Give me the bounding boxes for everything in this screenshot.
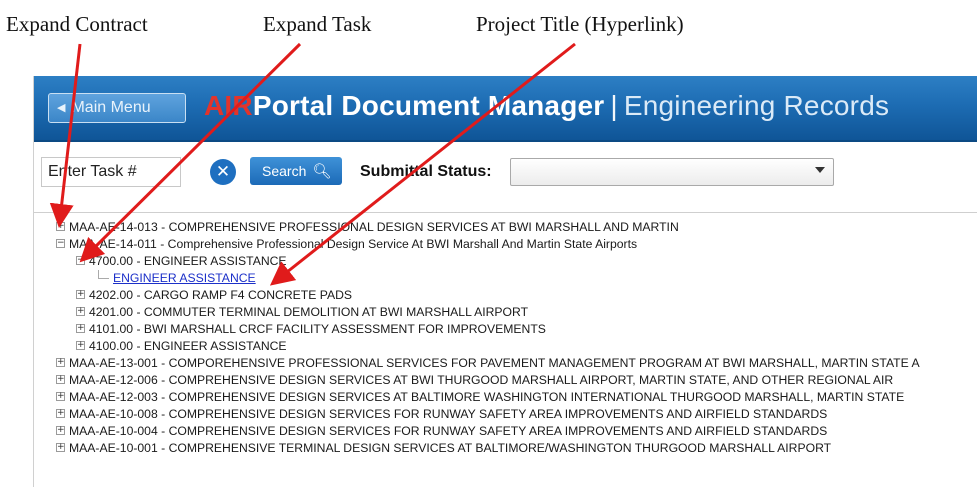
tree-node-label[interactable]: 4100.00 - ENGINEER ASSISTANCE [89, 339, 287, 353]
expand-icon[interactable]: + [56, 426, 65, 435]
app-title: AIRPortal Document Manager | Engineering R… [204, 90, 889, 122]
tree-node: + MAA-AE-10-001 - COMPREHENSIVE TERMINAL … [56, 439, 831, 456]
tree-connector [98, 270, 109, 279]
app-header: ◀ Main Menu AIRPortal Document Manager | En… [34, 76, 977, 142]
title-subtitle: Engineering Records [623, 90, 890, 121]
main-menu-button[interactable]: ◀ Main Menu [48, 93, 186, 123]
tree-node-label[interactable]: MAA-AE-14-013 - COMPREHENSIVE PROFESSION… [69, 220, 679, 234]
tree-node: +4101.00 - BWI MARSHALL CRCF FACILITY AS… [76, 320, 546, 337]
callout-expand-contract: Expand Contract [6, 12, 148, 36]
expand-icon[interactable]: + [56, 358, 65, 367]
tree-node: +4201.00 - COMMUTER TERMINAL DEMOLITION … [76, 303, 528, 320]
tree-node-label[interactable]: 4700.00 - ENGINEER ASSISTANCE [89, 254, 287, 268]
project-title-link[interactable]: ENGINEER ASSISTANCE [113, 271, 256, 285]
tree-node-label[interactable]: MAA-AE-10-008 - COMPREHENSIVE DESIGN SER… [69, 407, 827, 421]
tree-node-label[interactable]: MAA-AE-12-003 - COMPREHENSIVE DESIGN SER… [69, 390, 904, 404]
expand-icon[interactable]: + [56, 375, 65, 384]
clear-icon[interactable]: ✕ [210, 159, 236, 185]
callout-project-title: Project Title (Hyperlink) [476, 12, 684, 36]
callout-expand-task: Expand Task [263, 12, 372, 36]
collapse-icon[interactable]: − [56, 239, 65, 248]
tree-node: + MAA-AE-13-001 - COMPOREHENSIVE PROFESSI… [56, 354, 920, 371]
title-main: Portal Document Manager [252, 90, 605, 121]
submittal-status-select[interactable] [510, 158, 834, 186]
expand-icon[interactable]: + [76, 341, 85, 350]
expand-icon[interactable]: + [76, 290, 85, 299]
expand-icon[interactable]: + [56, 392, 65, 401]
tree-node-label[interactable]: 4201.00 - COMMUTER TERMINAL DEMOLITION A… [89, 305, 528, 319]
tree-node: − MAA-AE-14-011 - Comprehensive Professio… [56, 235, 637, 252]
tree-node: +4100.00 - ENGINEER ASSISTANCE [76, 337, 287, 354]
submittal-status-label: Submittal Status: [360, 163, 492, 180]
expand-icon[interactable]: + [76, 324, 85, 333]
tree-node-label[interactable]: MAA-AE-14-011 - Comprehensive Profession… [69, 237, 637, 251]
contract-tree: + MAA-AE-14-013 - COMPREHENSIVE PROFESSIO… [34, 212, 977, 488]
tree-node-label[interactable]: 4202.00 - CARGO RAMP F4 CONCRETE PADS [89, 288, 352, 302]
expand-icon[interactable]: + [56, 443, 65, 452]
tree-node-label[interactable]: MAA-AE-10-001 - COMPREHENSIVE TERMINAL D… [69, 441, 831, 455]
tree-node-label[interactable]: MAA-AE-13-001 - COMPOREHENSIVE PROFESSIO… [69, 356, 920, 370]
expand-icon[interactable]: + [56, 222, 65, 231]
search-button[interactable]: Search 🔍︎ [250, 157, 342, 185]
task-number-input[interactable] [41, 157, 181, 187]
back-arrow-icon: ◀ [57, 102, 66, 114]
tree-node: +4202.00 - CARGO RAMP F4 CONCRETE PADS [76, 286, 352, 303]
collapse-icon[interactable]: − [76, 256, 85, 265]
tree-node: + MAA-AE-14-013 - COMPREHENSIVE PROFESSIO… [56, 218, 679, 235]
document-manager-window: ◀ Main Menu AIRPortal Document Manager | En… [33, 76, 977, 487]
search-toolbar: ✕ Search 🔍︎ Submittal Status: [34, 142, 977, 202]
tree-node: −4700.00 - ENGINEER ASSISTANCE [76, 252, 287, 269]
tree-node: + MAA-AE-10-004 - COMPREHENSIVE DESIGN SE… [56, 422, 827, 439]
chevron-down-icon [815, 167, 825, 173]
tree-node-label[interactable]: 4101.00 - BWI MARSHALL CRCF FACILITY ASS… [89, 322, 546, 336]
expand-icon[interactable]: + [56, 409, 65, 418]
main-menu-label: Main Menu [71, 99, 151, 116]
title-logo: AIR [204, 90, 253, 121]
tree-node: + MAA-AE-12-006 - COMPREHENSIVE DESIGN SE… [56, 371, 893, 388]
project-title-link-row: ENGINEER ASSISTANCE [98, 269, 256, 286]
title-separator: | [610, 90, 618, 121]
tree-node: + MAA-AE-10-008 - COMPREHENSIVE DESIGN SE… [56, 405, 827, 422]
tree-node: + MAA-AE-12-003 - COMPREHENSIVE DESIGN SE… [56, 388, 904, 405]
tree-node-label[interactable]: MAA-AE-12-006 - COMPREHENSIVE DESIGN SER… [69, 373, 893, 387]
search-button-label: Search [262, 163, 307, 179]
tree-node-label[interactable]: MAA-AE-10-004 - COMPREHENSIVE DESIGN SER… [69, 424, 827, 438]
search-icon: 🔍︎ [312, 163, 332, 180]
expand-icon[interactable]: + [76, 307, 85, 316]
